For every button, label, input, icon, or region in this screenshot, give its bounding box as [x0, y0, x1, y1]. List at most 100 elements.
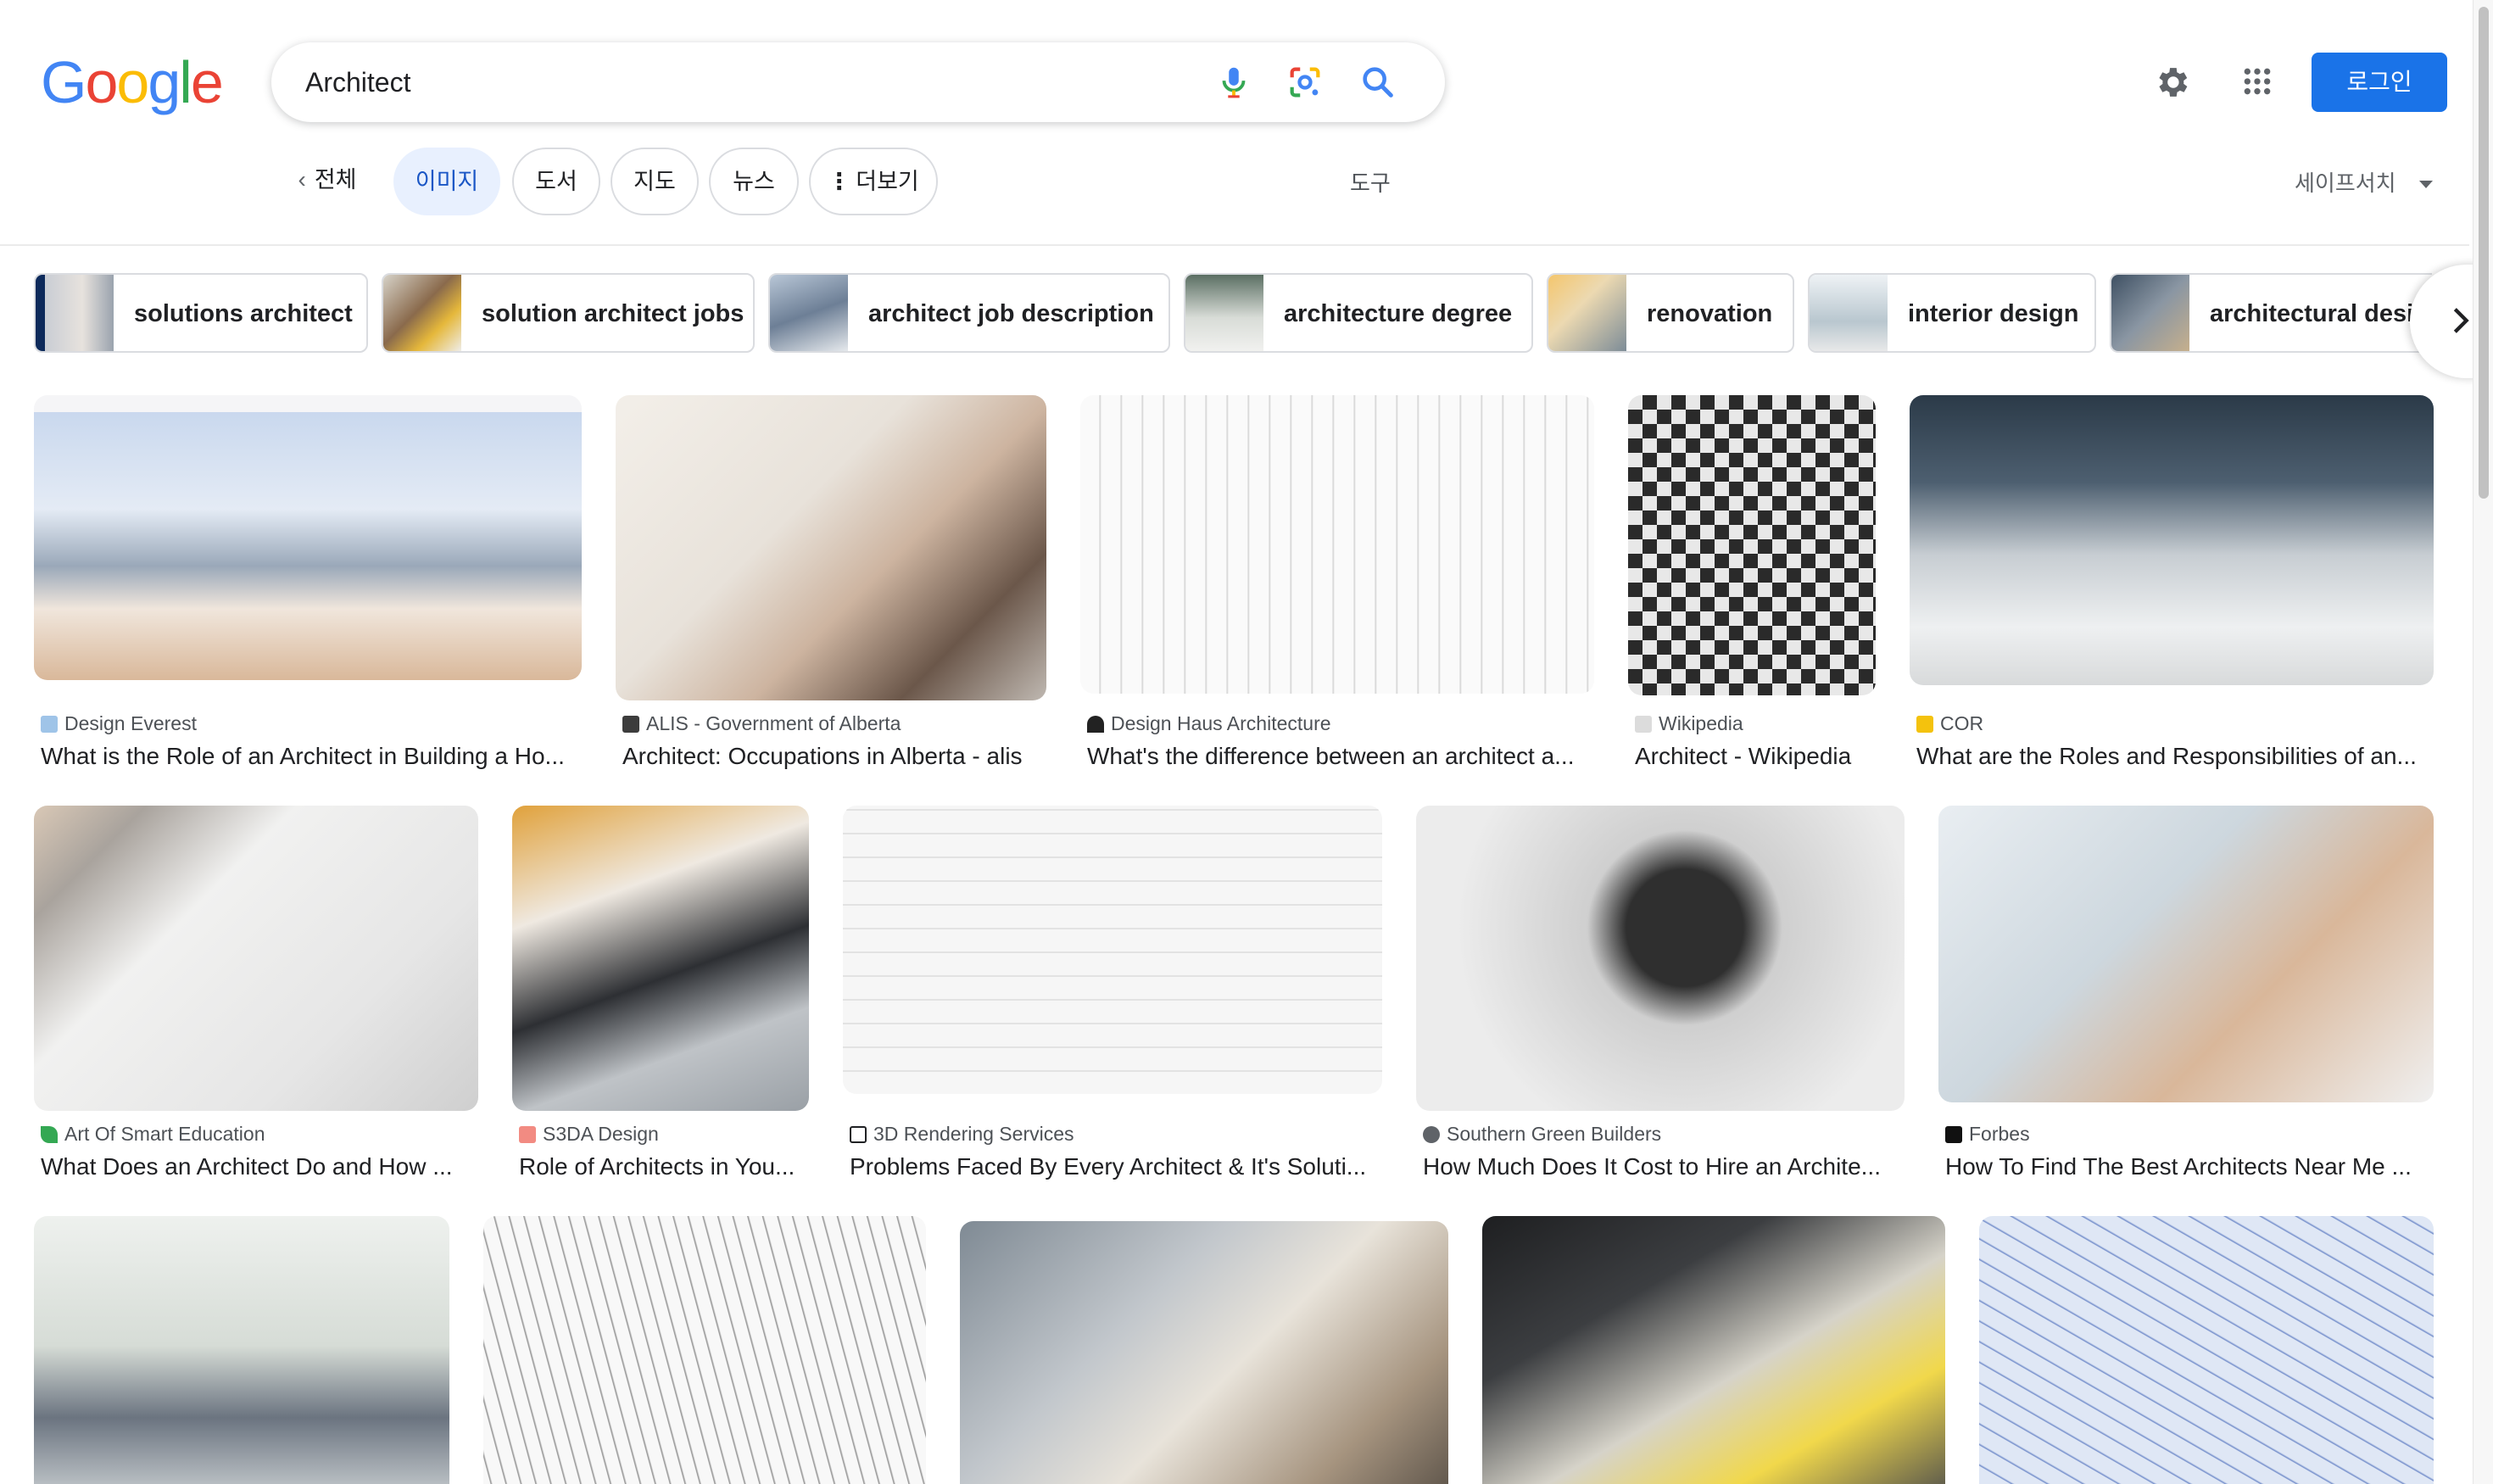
image-result[interactable]: 3D Rendering Services Problems Faced By … — [843, 806, 1382, 1192]
logo-letter: g — [148, 49, 181, 115]
result-image[interactable] — [1910, 395, 2434, 685]
chip-label: renovation — [1647, 300, 1773, 327]
result-image[interactable] — [483, 1216, 926, 1484]
chip-label: architecture degree — [1284, 300, 1513, 327]
image-result[interactable] — [483, 1216, 926, 1484]
related-chip[interactable]: architectural desi — [2110, 273, 2432, 353]
result-title[interactable]: What is the Role of an Architect in Buil… — [41, 743, 583, 770]
image-result[interactable]: Design Everest What is the Role of an Ar… — [34, 395, 582, 782]
result-image[interactable] — [843, 806, 1382, 1094]
favicon-icon — [1423, 1126, 1440, 1143]
source-name: S3DA Design — [543, 1123, 659, 1145]
search-box[interactable]: Architect — [271, 42, 1445, 122]
image-result[interactable]: S3DA Design Role of Architects in You... — [512, 806, 809, 1192]
login-button[interactable]: 로그인 — [2312, 53, 2447, 112]
tab-label: 도서 — [535, 169, 577, 194]
result-title[interactable]: What's the difference between an archite… — [1087, 743, 1596, 770]
result-image[interactable] — [616, 395, 1046, 700]
result-source: Southern Green Builders — [1423, 1123, 1661, 1146]
logo-letter: l — [179, 49, 192, 115]
scrollbar-thumb[interactable] — [2479, 7, 2489, 499]
result-title[interactable]: How Much Does It Cost to Hire an Archite… — [1423, 1153, 1906, 1180]
more-vert-icon: ⋮ — [828, 169, 851, 194]
logo-letter: o — [85, 49, 118, 115]
result-image[interactable] — [1416, 806, 1905, 1111]
result-source: S3DA Design — [519, 1123, 659, 1146]
image-result[interactable]: Design Haus Architecture What's the diff… — [1080, 395, 1594, 782]
result-title[interactable]: Problems Faced By Every Architect & It's… — [850, 1153, 1384, 1180]
related-chip[interactable]: solutions architect — [34, 273, 368, 353]
result-image[interactable] — [34, 395, 582, 680]
microphone-icon[interactable] — [1214, 63, 1253, 102]
result-title[interactable]: What Does an Architect Do and How ... — [41, 1153, 482, 1180]
result-title[interactable]: How To Find The Best Architects Near Me … — [1945, 1153, 2437, 1180]
chip-label: solutions architect — [134, 300, 353, 327]
image-result[interactable] — [34, 1216, 449, 1484]
related-chip[interactable]: architecture degree — [1184, 273, 1533, 353]
related-chip[interactable]: architect job description — [768, 273, 1170, 353]
result-image[interactable] — [1482, 1216, 1945, 1484]
chip-label: solution architect jobs — [482, 300, 745, 327]
logo-letter: e — [190, 49, 224, 115]
safesearch-label: 세이프서치 — [2295, 170, 2396, 196]
tab-news[interactable]: 뉴스 — [709, 148, 799, 215]
settings-gear-icon[interactable] — [2152, 63, 2191, 102]
result-source: Forbes — [1945, 1123, 2030, 1146]
result-image[interactable] — [960, 1221, 1448, 1484]
logo-letter: G — [41, 49, 86, 115]
image-result[interactable] — [1979, 1216, 2434, 1484]
image-result[interactable] — [960, 1221, 1448, 1484]
related-chip[interactable]: interior design — [1808, 273, 2096, 353]
favicon-icon — [1087, 716, 1104, 733]
favicon-icon — [519, 1126, 536, 1143]
chip-label: interior design — [1908, 300, 2079, 327]
result-title[interactable]: What are the Roles and Responsibilities … — [1916, 743, 2434, 770]
search-icon[interactable] — [1358, 63, 1397, 102]
result-image[interactable] — [1080, 395, 1594, 694]
apps-grid-icon[interactable] — [2240, 64, 2274, 98]
source-name: Design Haus Architecture — [1111, 712, 1331, 734]
tab-more[interactable]: ⋮ 더보기 — [809, 148, 938, 215]
image-result[interactable]: Wikipedia Architect - Wikipedia — [1628, 395, 1876, 782]
result-image[interactable] — [34, 806, 478, 1111]
tab-label: 더보기 — [856, 169, 919, 194]
chip-thumbnail — [1185, 275, 1263, 351]
result-source: Wikipedia — [1635, 712, 1743, 735]
result-source: ALIS - Government of Alberta — [622, 712, 901, 735]
result-image[interactable] — [1979, 1216, 2434, 1484]
result-title[interactable]: Architect - Wikipedia — [1635, 743, 1881, 770]
related-chip[interactable]: solution architect jobs — [382, 273, 755, 353]
tools-button[interactable]: 도구 — [1350, 166, 1391, 198]
favicon-icon — [41, 1126, 58, 1143]
result-image[interactable] — [1938, 806, 2434, 1102]
tab-all[interactable]: ‹ 전체 — [280, 148, 375, 215]
favicon-icon — [622, 716, 639, 733]
result-title[interactable]: Role of Architects in You... — [519, 1153, 812, 1180]
image-result[interactable] — [1482, 1216, 1945, 1484]
tab-images[interactable]: 이미지 — [393, 148, 500, 215]
image-result[interactable]: ALIS - Government of Alberta Architect: … — [616, 395, 1046, 782]
source-name: 3D Rendering Services — [873, 1123, 1074, 1145]
image-result[interactable]: Forbes How To Find The Best Architects N… — [1938, 806, 2434, 1192]
page-scrollbar[interactable] — [2473, 0, 2493, 1484]
chip-label: architect job description — [868, 300, 1154, 327]
tab-maps[interactable]: 지도 — [611, 148, 699, 215]
chip-thumbnail — [1548, 275, 1626, 351]
image-result[interactable]: COR What are the Roles and Responsibilit… — [1910, 395, 2434, 782]
favicon-icon — [1916, 716, 1933, 733]
result-title[interactable]: Architect: Occupations in Alberta - alis — [622, 743, 1046, 770]
result-image[interactable] — [1628, 395, 1876, 695]
image-result[interactable]: Southern Green Builders How Much Does It… — [1416, 806, 1905, 1192]
result-image[interactable] — [512, 806, 809, 1111]
safesearch-menu[interactable]: 세이프서치 — [2295, 166, 2433, 198]
header-divider — [0, 244, 2469, 246]
tab-books[interactable]: 도서 — [512, 148, 600, 215]
caret-down-icon — [2418, 181, 2433, 188]
search-input[interactable]: Architect — [305, 42, 410, 122]
image-result[interactable]: Art Of Smart Education What Does an Arch… — [34, 806, 478, 1192]
result-image[interactable] — [34, 1216, 449, 1484]
lens-camera-icon[interactable] — [1286, 63, 1325, 102]
related-chip[interactable]: renovation — [1547, 273, 1794, 353]
source-name: COR — [1940, 712, 1984, 734]
google-logo[interactable]: Google — [41, 49, 224, 115]
